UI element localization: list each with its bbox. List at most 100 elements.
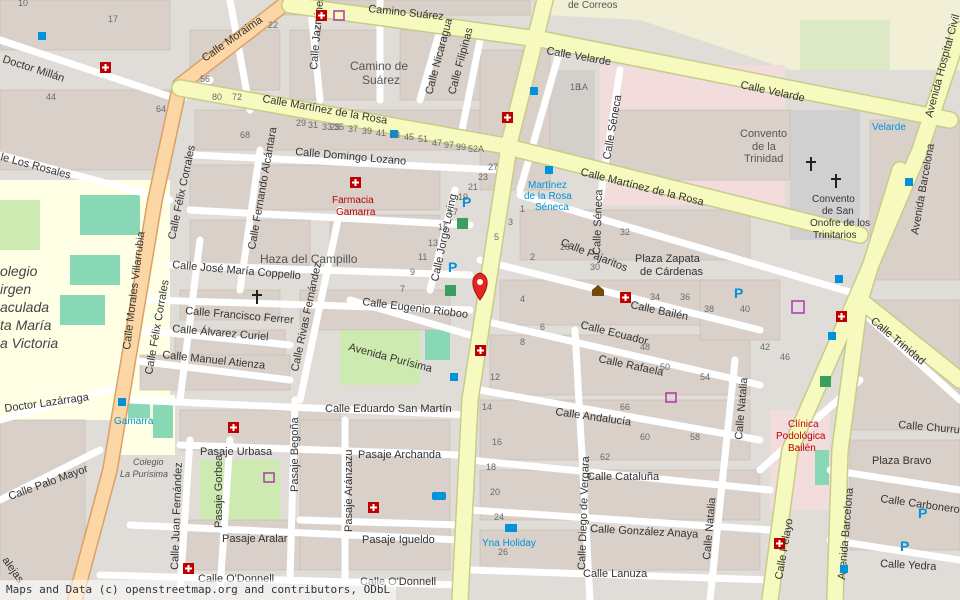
park xyxy=(0,200,40,250)
poi-label: Farmacia xyxy=(332,195,374,206)
place-label: Convento xyxy=(740,128,787,140)
park xyxy=(200,460,280,520)
house-number: 11 xyxy=(418,252,427,262)
svg-text:P: P xyxy=(918,505,927,521)
pharmacy-icon[interactable] xyxy=(368,502,379,513)
place-label: La Purísima xyxy=(120,469,168,479)
house-number: 21 xyxy=(468,182,478,192)
pharmacy-icon[interactable] xyxy=(774,538,785,549)
parking-icon[interactable]: P xyxy=(734,285,743,301)
sports-pitch xyxy=(80,195,140,235)
place-label: de la xyxy=(752,141,777,153)
street-label: Pasaje Aralar xyxy=(222,533,288,545)
pharmacy-icon[interactable] xyxy=(836,311,847,322)
pharmacy-icon[interactable] xyxy=(620,292,631,303)
parking-icon[interactable]: P xyxy=(448,259,457,275)
house-number: 37 xyxy=(348,124,358,134)
map-viewport[interactable]: Camino Suárez Calle Velarde Calle Velard… xyxy=(0,0,960,600)
bus-stop-icon[interactable] xyxy=(450,373,458,381)
house-number: 30 xyxy=(590,262,600,272)
pharmacy-icon[interactable] xyxy=(183,563,194,574)
house-number: 39 xyxy=(362,126,372,136)
house-number: 99 xyxy=(456,142,466,152)
house-number: 56 xyxy=(200,74,210,84)
house-number: 68 xyxy=(240,130,250,140)
svg-text:P: P xyxy=(734,285,743,301)
pharmacy-icon[interactable] xyxy=(100,62,111,73)
house-number: 66 xyxy=(620,402,630,412)
pharmacy-icon[interactable] xyxy=(228,422,239,433)
house-number: 16 xyxy=(492,437,502,447)
house-number: 34 xyxy=(650,292,660,302)
taxi-icon[interactable] xyxy=(432,492,446,500)
poi-label: Podológica xyxy=(776,431,826,442)
poi-label: Gamarra xyxy=(114,416,154,427)
place-label: Camino de xyxy=(350,59,408,73)
house-number: 27 xyxy=(488,162,498,172)
street-label: Pasaje Urbasa xyxy=(200,446,273,458)
house-number: 24 xyxy=(494,512,504,522)
house-number: 10 xyxy=(18,0,28,8)
house-number: 46 xyxy=(780,352,790,362)
house-number: 2 xyxy=(530,252,535,262)
house-number: 45 xyxy=(404,132,414,142)
house-number: 40 xyxy=(740,304,750,314)
place-label: Trinitarios xyxy=(813,230,857,241)
house-number: 97 xyxy=(444,140,454,150)
house-number: 17 xyxy=(108,14,118,24)
bus-stop-icon[interactable] xyxy=(38,32,46,40)
place-label: Colegio xyxy=(133,457,164,467)
house-number: 7 xyxy=(400,284,405,294)
house-number: 4 xyxy=(520,294,525,304)
bus-stop-icon[interactable] xyxy=(530,87,538,95)
place-label: Plaza Bravo xyxy=(872,455,931,467)
bus-stop-icon[interactable] xyxy=(828,332,836,340)
poi-label: Bailén xyxy=(788,443,816,454)
house-number: 29 xyxy=(296,118,306,128)
playground-icon[interactable] xyxy=(820,376,831,387)
place-label: de Correos xyxy=(568,0,617,11)
poi-label: Martínez xyxy=(528,180,567,191)
sports-pitch xyxy=(70,255,120,285)
place-label: Suárez xyxy=(362,73,400,87)
pharmacy-icon[interactable] xyxy=(350,177,361,188)
house-number: 23 xyxy=(478,172,488,182)
house-number: 14 xyxy=(482,402,492,412)
map-canvas[interactable]: Camino Suárez Calle Velarde Calle Velard… xyxy=(0,0,960,600)
house-number: 3 xyxy=(508,217,513,227)
bus-stop-icon[interactable] xyxy=(905,178,913,186)
place-label: ta María xyxy=(0,317,52,333)
house-number: 12 xyxy=(490,372,500,382)
svg-text:P: P xyxy=(900,538,909,554)
pharmacy-icon[interactable] xyxy=(475,345,486,356)
house-number: 44 xyxy=(46,92,56,102)
place-label: aculada xyxy=(0,299,49,315)
parking-icon[interactable]: P xyxy=(900,538,909,554)
place-label: irgen xyxy=(0,281,31,297)
bus-stop-icon[interactable] xyxy=(118,398,126,406)
playground-icon[interactable] xyxy=(445,285,456,296)
street-label: Calle Séneca xyxy=(591,188,605,255)
house-number: 1A xyxy=(577,82,588,92)
house-number: 8 xyxy=(520,337,525,347)
house-number: 20 xyxy=(490,487,500,497)
bus-stop-icon[interactable] xyxy=(545,166,553,174)
parking-icon[interactable]: P xyxy=(918,505,927,521)
bus-stop-icon[interactable] xyxy=(840,565,848,573)
place-label: Convento xyxy=(812,194,855,205)
bus-stop-icon[interactable] xyxy=(835,275,843,283)
house-number: 36 xyxy=(680,292,690,302)
house-number: 22 xyxy=(268,20,278,30)
map-attribution[interactable]: Maps and Data (c) openstreetmap.org and … xyxy=(0,580,397,600)
hotel-icon[interactable] xyxy=(505,524,517,532)
house-number: 15 xyxy=(438,222,448,232)
house-number: 31 xyxy=(308,120,318,130)
pharmacy-icon[interactable] xyxy=(502,112,513,123)
playground-icon[interactable] xyxy=(457,218,468,229)
house-number: 38 xyxy=(704,304,714,314)
house-number: 72 xyxy=(232,92,242,102)
place-label: de San xyxy=(822,206,854,217)
house-number: 51 xyxy=(418,134,428,144)
house-number: 9 xyxy=(410,267,415,277)
pharmacy-icon[interactable] xyxy=(316,10,327,21)
